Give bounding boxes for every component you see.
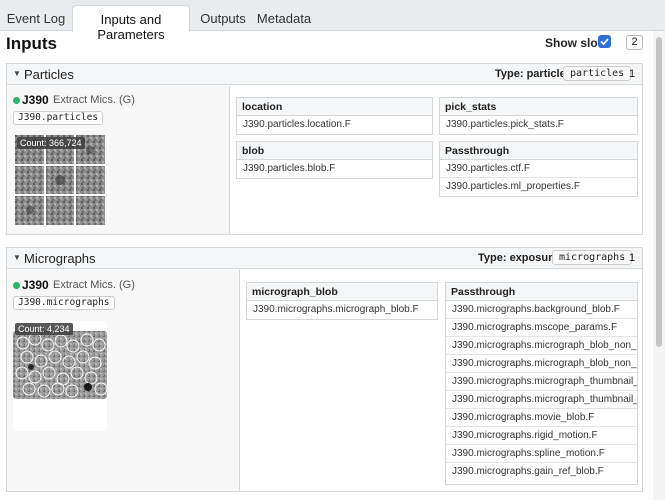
chevron-down-icon[interactable]: ▼ [13,69,21,78]
micrographs-job-title: Extract Mics. (G) [53,279,135,291]
slot-field: J390.micrographs.mscope_params.F [446,319,637,337]
slot-field: J390.micrographs.background_blob.F [446,301,637,319]
micrographs-job-panel: J390 Extract Mics. (G) J390.micrographs [7,270,240,491]
particles-thumbnail: Count: 366,724 [15,135,105,225]
slot-count-badge: 2 [626,35,643,50]
particles-job-panel: J390 Extract Mics. (G) J390.particles Co… [7,86,230,234]
page-title: Inputs [6,34,57,53]
micrographs-job-output[interactable]: J390.micrographs [13,296,115,310]
slot-card-passthrough: Passthrough J390.particles.ctf.F J390.pa… [439,141,638,197]
check-icon [600,38,609,46]
slot-field: J390.particles.pick_stats.F [446,119,564,130]
tab-outputs[interactable]: Outputs [196,5,250,31]
particles-job-id[interactable]: J390 [22,93,49,107]
slot-field: J390.particles.blob.F [243,163,336,174]
micrograph-image [13,331,107,399]
slot-field: J390.particles.ml_properties.F [446,181,580,192]
slot-card-location: location J390.particles.location.F [236,97,433,135]
micrographs-job-id[interactable]: J390 [22,278,49,292]
micrographs-type-tag: micrographs [552,250,633,265]
micrographs-section-header[interactable]: ▼ Micrographs Type: exposure micrographs… [7,248,642,269]
particles-type-tag: particles [563,66,632,81]
slot-card-blob: blob J390.particles.blob.F [236,141,433,179]
slot-card-pick-stats: pick_stats J390.particles.pick_stats.F [439,97,638,135]
slot-title: location [237,98,432,116]
slot-title: Passthrough [446,283,637,301]
status-dot-icon [13,282,20,289]
micrographs-thumbnail: Count: 4,234 [13,321,107,431]
scroll-thumb[interactable] [656,37,662,347]
tab-inputs-and-parameters[interactable]: Inputs and Parameters [72,5,190,42]
micrographs-section-title: Micrographs [24,251,96,266]
show-slots-checkbox[interactable] [598,35,611,48]
slot-field: J390.particles.ctf.F [440,160,637,178]
slot-card-micrograph-blob: micrograph_blob J390.micrographs.microgr… [246,282,438,320]
micrographs-count: 1 [629,252,636,264]
vertical-scrollbar[interactable] [653,31,665,500]
slot-field: J390.micrographs.micrograph_thumbnail_bl… [446,373,637,391]
tab-metadata[interactable]: Metadata [255,5,313,31]
particles-job-output[interactable]: J390.particles [13,111,104,125]
micrographs-section: ▼ Micrographs Type: exposure micrographs… [6,247,643,492]
slot-field: J390.micrographs.micrograph_blob.F [253,304,419,315]
particles-count: 1 [629,68,636,80]
particles-section: ▼ Particles Type: particle particles 1 J… [6,63,643,235]
particles-count-badge: Count: 366,724 [17,137,85,149]
slot-field: J390.micrographs.micrograph_blob_non_dw.… [446,337,637,355]
slot-field: J390.micrographs.movie_blob.F [446,409,637,427]
slot-title: blob [237,142,432,160]
tab-bar: Event Log Inputs and Parameters Outputs … [0,0,665,42]
slot-field: J390.micrographs.micrograph_thumbnail_bl… [446,391,637,409]
slot-card-passthrough: Passthrough J390.micrographs.background_… [445,282,638,485]
particles-job-title: Extract Mics. (G) [53,94,135,106]
particles-section-header[interactable]: ▼ Particles Type: particle particles 1 [7,64,642,85]
particles-section-title: Particles [24,67,74,82]
micrographs-type-label: Type: exposure [478,252,559,264]
particles-type-label: Type: particle [495,68,566,80]
status-dot-icon [13,97,20,104]
tab-event-log[interactable]: Event Log [4,5,68,31]
chevron-down-icon[interactable]: ▼ [13,253,21,262]
slot-title: pick_stats [440,98,637,116]
slot-field: J390.particles.location.F [243,119,351,130]
micrographs-count-badge: Count: 4,234 [15,323,73,335]
slot-title: micrograph_blob [247,283,437,301]
slot-title: Passthrough [440,142,637,160]
slot-field: J390.micrographs.gain_ref_blob.F [452,466,604,477]
slot-field: J390.micrographs.spline_motion.F [446,445,637,463]
slot-field: J390.micrographs.rigid_motion.F [446,427,637,445]
slot-field: J390.micrographs.micrograph_blob_non_dw_… [446,355,637,373]
